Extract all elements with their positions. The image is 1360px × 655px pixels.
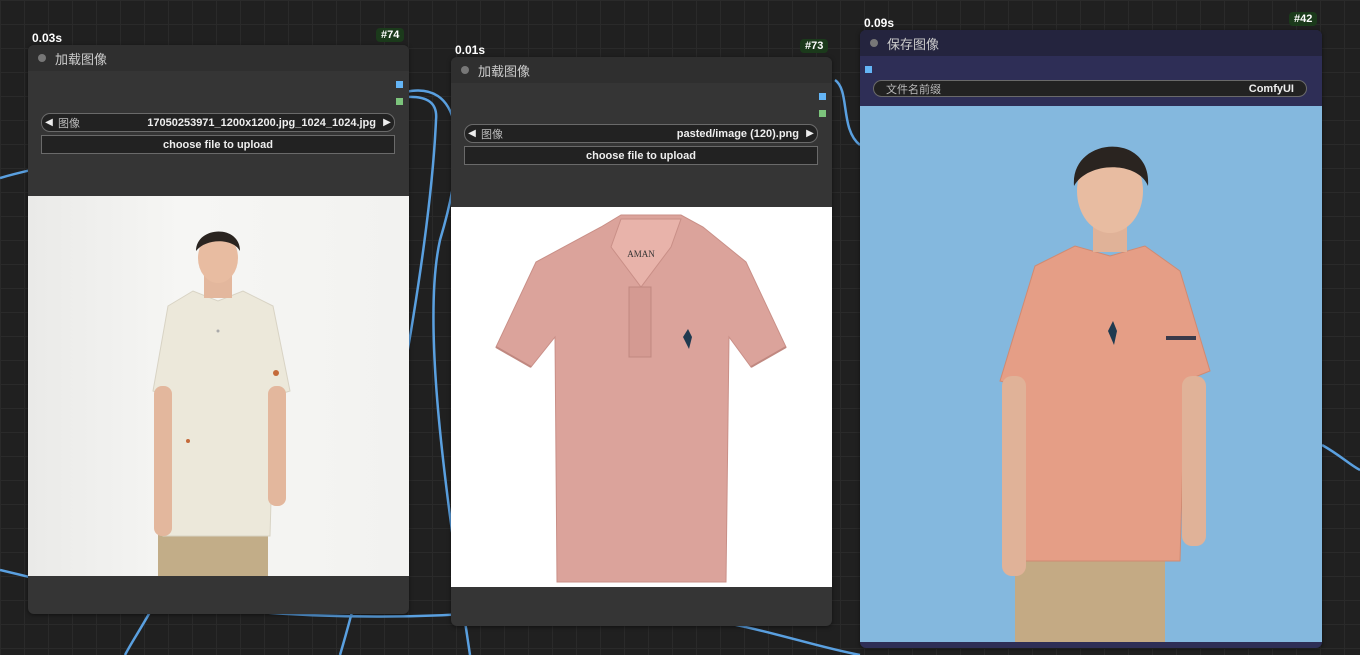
image-select-value: pasted/image (120).png [676,127,799,140]
node-id-badge: #73 [800,39,829,53]
image-select-label: 图像 [58,117,80,130]
output-slot-image[interactable] [819,93,826,100]
upload-button[interactable]: choose file to upload [464,146,818,165]
model-figure-cream [152,231,291,576]
input-slot-images[interactable] [865,66,872,73]
arrow-left-icon[interactable]: ◀ [42,117,56,128]
status-dot-icon [38,54,46,62]
node-id-badge: #42 [1289,12,1318,26]
output-slot-mask[interactable] [396,98,403,105]
node-title: 加载图像 [478,63,531,79]
node-title-bar[interactable]: 加载图像 [451,57,832,83]
image-select-label: 图像 [481,128,503,141]
image-preview [28,196,409,576]
image-select-value: 17050253971_1200x1200.jpg_1024_1024.jpg [147,116,376,129]
arrow-left-icon[interactable]: ◀ [465,128,479,139]
node-title-bar[interactable]: 加载图像 [28,45,409,71]
node-timing: 0.01s [455,43,486,57]
status-dot-icon [461,66,469,74]
node-title: 加载图像 [55,51,108,67]
node-timing: 0.09s [864,16,895,30]
model-figure-pink [999,146,1211,642]
image-preview: AMAN [451,207,832,587]
pink-polo-shirt: AMAN [495,214,787,583]
svg-text:AMAN: AMAN [627,249,655,259]
load-image-node[interactable]: 加载图像 ◀ 图像 17050253971_1200x1200.jpg_1024… [28,45,409,614]
output-slot-mask[interactable] [819,110,826,117]
node-title: 保存图像 [887,36,940,52]
status-dot-icon [870,39,878,47]
arrow-right-icon[interactable]: ▶ [803,128,817,139]
node-timing: 0.03s [32,31,63,45]
filename-prefix-label: 文件名前缀 [886,83,941,96]
arrow-right-icon[interactable]: ▶ [380,117,394,128]
save-image-node[interactable]: 保存图像 文件名前缀 ComfyUI [860,30,1322,648]
node-title-bar[interactable]: 保存图像 [860,30,1322,56]
image-select[interactable]: ◀ 图像 pasted/image (120).png ▶ [464,124,818,143]
filename-prefix-value: ComfyUI [1248,82,1294,95]
filename-prefix-field[interactable]: 文件名前缀 ComfyUI [873,80,1307,97]
load-image-node[interactable]: 加载图像 ◀ 图像 pasted/image (120).png ▶ choos… [451,57,832,626]
upload-button[interactable]: choose file to upload [41,135,395,154]
node-id-badge: #74 [376,28,405,42]
output-slot-image[interactable] [396,81,403,88]
image-select[interactable]: ◀ 图像 17050253971_1200x1200.jpg_1024_1024… [41,113,395,132]
saved-image-preview [860,106,1322,642]
